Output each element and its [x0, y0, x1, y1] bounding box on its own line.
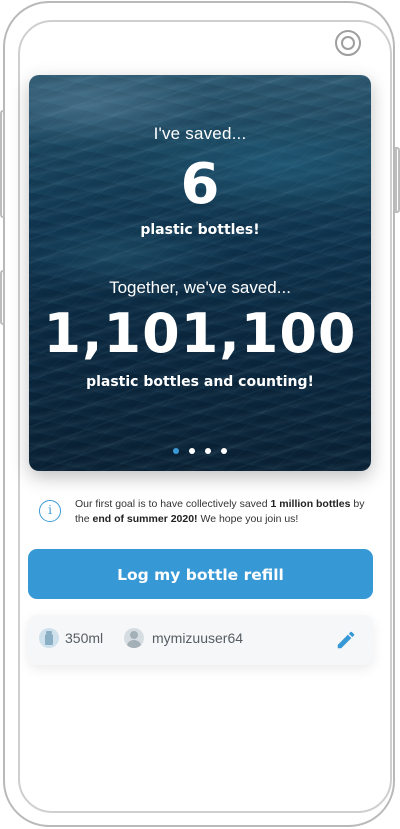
goal-text-bold1: 1 million bottles: [270, 498, 351, 510]
personal-saved-count: 6: [180, 152, 220, 217]
personal-saved-label: I've saved...: [153, 124, 247, 143]
username-label: mymizuuser64: [152, 630, 244, 646]
camera-icon: [335, 30, 361, 56]
log-bottle-refill-button[interactable]: Log my bottle refill: [28, 549, 373, 599]
username-item: mymizuuser64: [124, 628, 243, 648]
user-avatar-icon: [124, 628, 144, 648]
info-icon: i: [39, 500, 61, 522]
carousel-dot[interactable]: [189, 448, 195, 454]
personal-saved-unit: plastic bottles!: [140, 222, 260, 238]
power-button: [395, 147, 400, 213]
goal-text-part1: Our first goal is to have collectively s…: [75, 498, 271, 510]
goal-text-bold2: end of summer 2020!: [92, 513, 198, 525]
volume-button: [0, 110, 5, 218]
carousel-dot[interactable]: [205, 448, 211, 454]
collective-saved-count: 1,101,100: [43, 302, 357, 365]
carousel-pagination: [29, 448, 371, 454]
carousel-dot[interactable]: [173, 448, 179, 454]
collective-saved-label: Together, we've saved...: [109, 278, 291, 297]
goal-info-text: Our first goal is to have collectively s…: [75, 497, 369, 527]
collective-saved-unit: plastic bottles and counting!: [86, 374, 314, 390]
side-button: [0, 270, 5, 325]
pencil-icon[interactable]: [335, 629, 357, 651]
bottle-size-item: 350ml: [39, 628, 103, 648]
goal-info: i Our first goal is to have collectively…: [39, 497, 369, 527]
carousel-dot[interactable]: [221, 448, 227, 454]
bottle-profile-card: 350ml mymizuuser64: [28, 615, 373, 665]
savings-carousel-card[interactable]: I've saved... 6 plastic bottles! Togethe…: [29, 75, 371, 471]
bottle-size-label: 350ml: [65, 630, 104, 646]
bottle-icon: [39, 628, 59, 648]
goal-text-part3: We hope you join us!: [197, 513, 299, 525]
